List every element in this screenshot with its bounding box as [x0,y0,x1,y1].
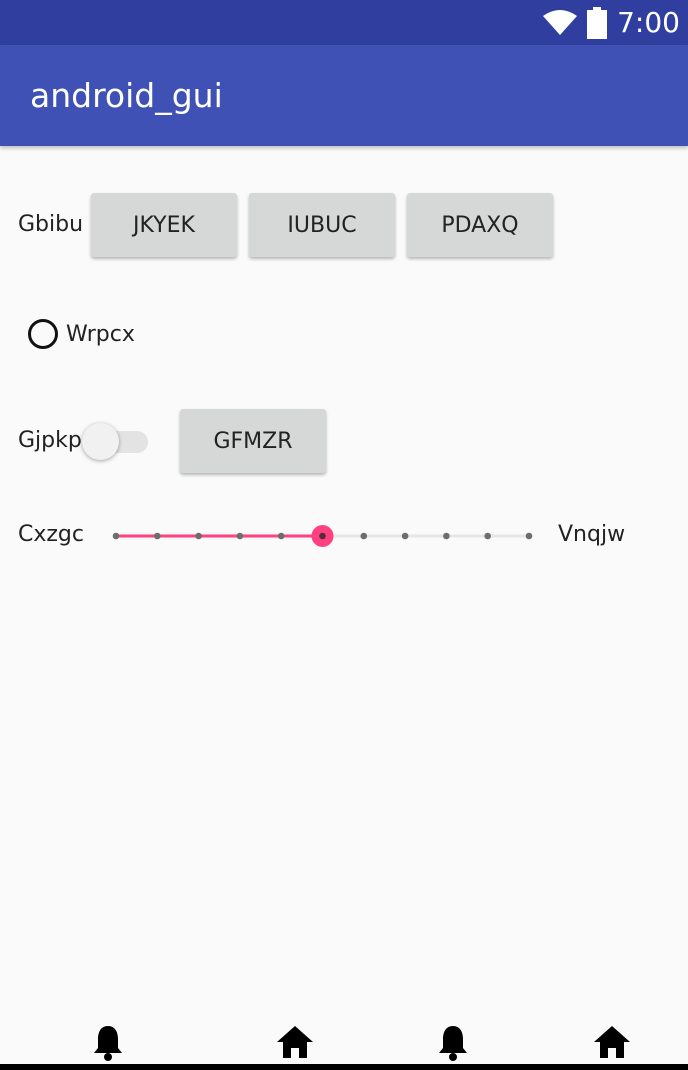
switch-label: Gjpkp [18,428,82,453]
gfmzr-button[interactable]: GFMZR [180,409,326,473]
bell-icon[interactable] [437,1024,469,1062]
seekbar-thumb-tick [319,532,326,540]
nav-divider [0,1064,688,1070]
status-bar: 7:00 [0,0,688,45]
app-title: android_gui [30,76,223,115]
home-icon[interactable] [276,1024,314,1060]
seekbar-tick [195,532,202,540]
seekbar-tick [236,532,244,540]
gjpkp-switch[interactable] [82,421,150,461]
app-bar: android_gui [0,45,688,146]
wrpcx-radio[interactable]: Wrpcx [28,314,135,354]
seekbar-tick [277,532,285,540]
status-time: 7:00 [617,5,680,39]
bell-icon[interactable] [92,1024,124,1062]
seekbar-tick [525,532,533,540]
jkyek-button[interactable]: JKYEK [91,193,237,257]
radio-circle-icon[interactable] [28,319,58,349]
status-icons: 7:00 [543,0,680,45]
seekbar-end-label: Vnqjw [558,522,626,547]
wifi-icon [543,9,578,35]
seekbar-tick [443,532,450,540]
radio-label: Wrpcx [66,321,135,347]
battery-icon [587,6,608,39]
seekbar-tick [360,532,368,540]
pdaxq-button[interactable]: PDAXQ [407,193,553,257]
seekbar-tick [484,532,492,540]
iubuc-button[interactable]: IUBUC [249,193,395,257]
seekbar[interactable] [104,516,540,556]
seekbar-start-label: Cxzgc [18,522,84,547]
home-icon[interactable] [593,1024,631,1060]
bottom-nav-bar [0,1010,688,1070]
seekbar-tick [154,532,161,540]
seekbar-tick [401,532,409,540]
row1-label: Gbibu [18,212,84,237]
switch-thumb[interactable] [82,423,119,460]
seekbar-tick [112,532,120,540]
